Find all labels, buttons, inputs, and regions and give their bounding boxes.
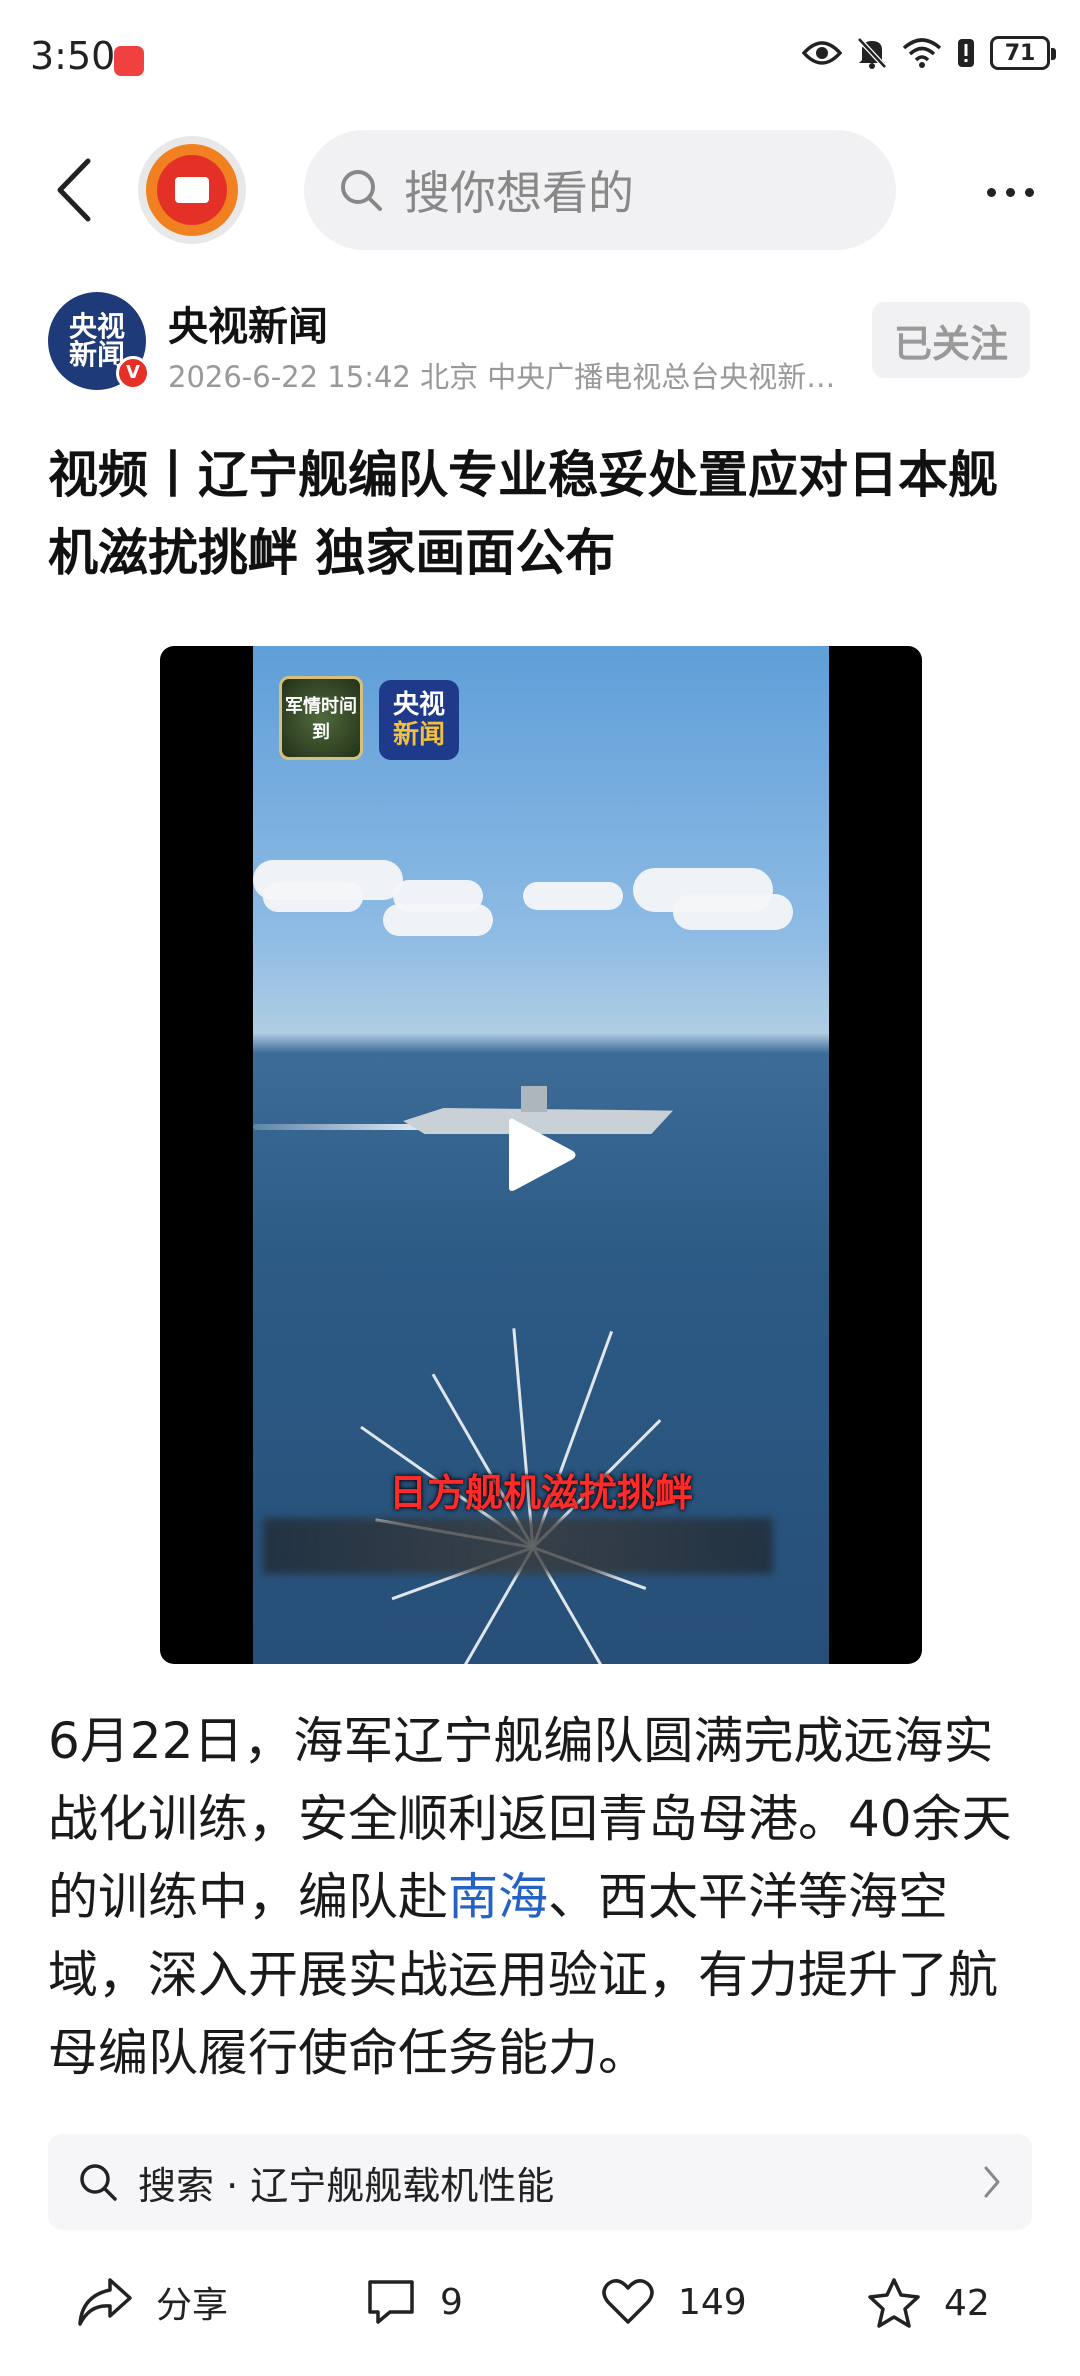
wifi-icon [902, 38, 942, 68]
favorite-count: 42 [944, 2282, 990, 2324]
cctv-news-logo: 央视 新闻 [379, 680, 459, 760]
search-icon [80, 2164, 117, 2201]
search-placeholder: 搜你想看的 [404, 166, 634, 220]
play-button[interactable] [499, 1113, 583, 1197]
chevron-left-icon [57, 158, 91, 222]
play-icon [509, 1118, 576, 1191]
search-icon [341, 170, 382, 211]
program-logo: 军情时间到 [279, 676, 363, 760]
heart-icon [602, 2279, 654, 2324]
like-button[interactable]: 149 [600, 2276, 747, 2328]
app-logo[interactable] [138, 136, 246, 244]
avatar-text-line2: 新闻 [68, 338, 125, 371]
video-caption: 日方舰机滋扰挑衅 [388, 1471, 693, 1515]
star-icon [868, 2278, 920, 2328]
battery-indicator: 71 [990, 36, 1056, 70]
favorite-button[interactable]: 42 [866, 2276, 990, 2330]
share-icon [78, 2278, 132, 2326]
eye-icon [802, 41, 842, 65]
follow-button[interactable]: 已关注 [872, 302, 1030, 378]
author-meta: 2026-6-22 15:42 北京 中央广播电视总台央视新… [168, 360, 836, 394]
status-time: 3:50 [30, 34, 116, 78]
chevron-right-icon [984, 2166, 1000, 2198]
article-body: 6月22日，海军辽宁舰编队圆满完成远海实战化训练，安全顺利返回青岛母港。40余天… [48, 1702, 1038, 2092]
article-headline: 视频丨辽宁舰编队专业稳妥处置应对日本舰机滋扰挑衅 独家画面公布 [48, 446, 998, 582]
avatar-text-line1: 央视 [68, 310, 125, 343]
action-bar: 分享 9 149 42 [0, 2250, 1080, 2360]
share-label: 分享 [156, 2285, 229, 2326]
back-button[interactable] [44, 154, 104, 226]
comment-count: 9 [440, 2281, 463, 2323]
mute-bell-icon [857, 37, 887, 69]
author-name[interactable]: 央视新闻 [168, 294, 328, 352]
avatar[interactable]: 央视 新闻 V [48, 292, 150, 390]
app-notification-icon [114, 46, 144, 76]
like-count: 149 [678, 2281, 747, 2323]
verified-badge: V [116, 356, 150, 390]
share-button[interactable]: 分享 [76, 2276, 228, 2328]
comment-icon [368, 2280, 414, 2324]
alert-icon [958, 39, 974, 67]
ship-wake [253, 1124, 433, 1130]
search-input[interactable]: 搜你想看的 [304, 130, 896, 250]
status-icons: 71 [802, 36, 1056, 70]
status-bar: 3:50 71 [0, 0, 1080, 120]
comment-button[interactable]: 9 [364, 2276, 463, 2328]
more-options-button[interactable] [970, 162, 1050, 222]
body-link-nanhai[interactable]: 南海 [448, 1868, 548, 1926]
author-row: 央视 新闻 V 央视新闻 2026-6-22 15:42 北京 中央广播电视总台… [0, 286, 1080, 402]
top-nav: 搜你想看的 [0, 120, 1080, 260]
suggestion-label: 搜索 · 辽宁舰舰载机性能 [138, 2163, 555, 2208]
related-search-suggestion[interactable]: 搜索 · 辽宁舰舰载机性能 [48, 2134, 1032, 2230]
video-player[interactable]: 军情时间到 央视 新闻 日方舰机滋扰挑衅 [160, 646, 922, 1664]
